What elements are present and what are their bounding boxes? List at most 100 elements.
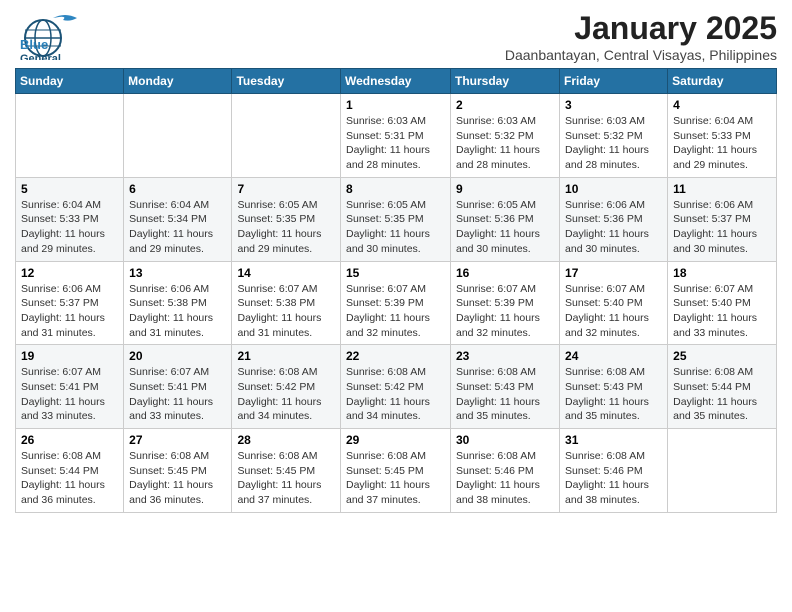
day-number: 18 — [673, 266, 771, 280]
calendar-table: Sunday Monday Tuesday Wednesday Thursday… — [15, 68, 777, 513]
day-number: 31 — [565, 433, 662, 447]
day-info: Sunrise: 6:08 AM Sunset: 5:46 PM Dayligh… — [456, 449, 554, 508]
sunrise-text: Sunrise: 6:08 AM — [456, 366, 536, 378]
day-number: 20 — [129, 349, 226, 363]
day-info: Sunrise: 6:07 AM Sunset: 5:40 PM Dayligh… — [565, 282, 662, 341]
day-info: Sunrise: 6:03 AM Sunset: 5:31 PM Dayligh… — [346, 114, 445, 173]
table-row: 24 Sunrise: 6:08 AM Sunset: 5:43 PM Dayl… — [560, 345, 668, 429]
sunrise-text: Sunrise: 6:08 AM — [237, 450, 317, 462]
table-row: 16 Sunrise: 6:07 AM Sunset: 5:39 PM Dayl… — [451, 261, 560, 345]
day-info: Sunrise: 6:08 AM Sunset: 5:42 PM Dayligh… — [237, 365, 335, 424]
day-number: 21 — [237, 349, 335, 363]
calendar-week-row: 19 Sunrise: 6:07 AM Sunset: 5:41 PM Dayl… — [16, 345, 777, 429]
sunrise-text: Sunrise: 6:07 AM — [129, 366, 209, 378]
day-number: 27 — [129, 433, 226, 447]
sunset-text: Sunset: 5:36 PM — [456, 213, 534, 225]
day-number: 11 — [673, 182, 771, 196]
sunset-text: Sunset: 5:45 PM — [346, 465, 424, 477]
day-number: 29 — [346, 433, 445, 447]
day-number: 22 — [346, 349, 445, 363]
sunrise-text: Sunrise: 6:07 AM — [237, 283, 317, 295]
sunrise-text: Sunrise: 6:08 AM — [673, 366, 753, 378]
daylight-text: Daylight: 11 hours and 38 minutes. — [456, 479, 540, 506]
table-row: 12 Sunrise: 6:06 AM Sunset: 5:37 PM Dayl… — [16, 261, 124, 345]
sunset-text: Sunset: 5:40 PM — [565, 297, 643, 309]
day-info: Sunrise: 6:08 AM Sunset: 5:46 PM Dayligh… — [565, 449, 662, 508]
daylight-text: Daylight: 11 hours and 35 minutes. — [673, 396, 757, 423]
daylight-text: Daylight: 11 hours and 32 minutes. — [456, 312, 540, 339]
sunset-text: Sunset: 5:33 PM — [673, 130, 751, 142]
sunset-text: Sunset: 5:46 PM — [565, 465, 643, 477]
sunset-text: Sunset: 5:44 PM — [21, 465, 99, 477]
day-number: 1 — [346, 98, 445, 112]
col-monday: Monday — [124, 69, 232, 94]
daylight-text: Daylight: 11 hours and 29 minutes. — [21, 228, 105, 255]
day-number: 7 — [237, 182, 335, 196]
day-info: Sunrise: 6:08 AM Sunset: 5:43 PM Dayligh… — [565, 365, 662, 424]
table-row: 7 Sunrise: 6:05 AM Sunset: 5:35 PM Dayli… — [232, 177, 341, 261]
day-number: 8 — [346, 182, 445, 196]
day-number: 25 — [673, 349, 771, 363]
daylight-text: Daylight: 11 hours and 32 minutes. — [565, 312, 649, 339]
sunrise-text: Sunrise: 6:07 AM — [21, 366, 101, 378]
logo-blue-text: Blue — [20, 37, 48, 52]
table-row: 3 Sunrise: 6:03 AM Sunset: 5:32 PM Dayli… — [560, 94, 668, 178]
table-row: 18 Sunrise: 6:07 AM Sunset: 5:40 PM Dayl… — [668, 261, 777, 345]
day-number: 23 — [456, 349, 554, 363]
daylight-text: Daylight: 11 hours and 28 minutes. — [456, 144, 540, 171]
day-info: Sunrise: 6:03 AM Sunset: 5:32 PM Dayligh… — [456, 114, 554, 173]
daylight-text: Daylight: 11 hours and 31 minutes. — [21, 312, 105, 339]
table-row: 9 Sunrise: 6:05 AM Sunset: 5:36 PM Dayli… — [451, 177, 560, 261]
day-number: 14 — [237, 266, 335, 280]
day-info: Sunrise: 6:07 AM Sunset: 5:39 PM Dayligh… — [346, 282, 445, 341]
table-row: 23 Sunrise: 6:08 AM Sunset: 5:43 PM Dayl… — [451, 345, 560, 429]
sunset-text: Sunset: 5:38 PM — [129, 297, 207, 309]
daylight-text: Daylight: 11 hours and 32 minutes. — [346, 312, 430, 339]
day-info: Sunrise: 6:06 AM Sunset: 5:37 PM Dayligh… — [673, 198, 771, 257]
sunrise-text: Sunrise: 6:05 AM — [237, 199, 317, 211]
sunrise-text: Sunrise: 6:05 AM — [456, 199, 536, 211]
day-number: 3 — [565, 98, 662, 112]
daylight-text: Daylight: 11 hours and 34 minutes. — [346, 396, 430, 423]
day-info: Sunrise: 6:08 AM Sunset: 5:45 PM Dayligh… — [346, 449, 445, 508]
sunset-text: Sunset: 5:33 PM — [21, 213, 99, 225]
daylight-text: Daylight: 11 hours and 28 minutes. — [565, 144, 649, 171]
sunrise-text: Sunrise: 6:08 AM — [346, 366, 426, 378]
sunrise-text: Sunrise: 6:08 AM — [21, 450, 101, 462]
daylight-text: Daylight: 11 hours and 30 minutes. — [673, 228, 757, 255]
day-info: Sunrise: 6:07 AM Sunset: 5:41 PM Dayligh… — [21, 365, 118, 424]
daylight-text: Daylight: 11 hours and 30 minutes. — [346, 228, 430, 255]
sunrise-text: Sunrise: 6:06 AM — [129, 283, 209, 295]
sunrise-text: Sunrise: 6:04 AM — [129, 199, 209, 211]
sunrise-text: Sunrise: 6:07 AM — [565, 283, 645, 295]
day-number: 16 — [456, 266, 554, 280]
daylight-text: Daylight: 11 hours and 28 minutes. — [346, 144, 430, 171]
sunset-text: Sunset: 5:32 PM — [565, 130, 643, 142]
table-row: 31 Sunrise: 6:08 AM Sunset: 5:46 PM Dayl… — [560, 429, 668, 513]
table-row: 29 Sunrise: 6:08 AM Sunset: 5:45 PM Dayl… — [341, 429, 451, 513]
day-info: Sunrise: 6:05 AM Sunset: 5:36 PM Dayligh… — [456, 198, 554, 257]
daylight-text: Daylight: 11 hours and 37 minutes. — [346, 479, 430, 506]
sunrise-text: Sunrise: 6:06 AM — [565, 199, 645, 211]
table-row: 10 Sunrise: 6:06 AM Sunset: 5:36 PM Dayl… — [560, 177, 668, 261]
sunset-text: Sunset: 5:41 PM — [129, 381, 207, 393]
daylight-text: Daylight: 11 hours and 30 minutes. — [456, 228, 540, 255]
sunset-text: Sunset: 5:35 PM — [237, 213, 315, 225]
calendar-week-row: 26 Sunrise: 6:08 AM Sunset: 5:44 PM Dayl… — [16, 429, 777, 513]
calendar-week-row: 1 Sunrise: 6:03 AM Sunset: 5:31 PM Dayli… — [16, 94, 777, 178]
table-row: 6 Sunrise: 6:04 AM Sunset: 5:34 PM Dayli… — [124, 177, 232, 261]
daylight-text: Daylight: 11 hours and 33 minutes. — [21, 396, 105, 423]
day-info: Sunrise: 6:08 AM Sunset: 5:44 PM Dayligh… — [21, 449, 118, 508]
day-number: 2 — [456, 98, 554, 112]
day-number: 24 — [565, 349, 662, 363]
day-number: 15 — [346, 266, 445, 280]
table-row: 20 Sunrise: 6:07 AM Sunset: 5:41 PM Dayl… — [124, 345, 232, 429]
sunrise-text: Sunrise: 6:04 AM — [21, 199, 101, 211]
table-row: 14 Sunrise: 6:07 AM Sunset: 5:38 PM Dayl… — [232, 261, 341, 345]
sunset-text: Sunset: 5:41 PM — [21, 381, 99, 393]
title-block: January 2025 Daanbantayan, Central Visay… — [505, 10, 777, 63]
table-row: 26 Sunrise: 6:08 AM Sunset: 5:44 PM Dayl… — [16, 429, 124, 513]
table-row: 2 Sunrise: 6:03 AM Sunset: 5:32 PM Dayli… — [451, 94, 560, 178]
day-info: Sunrise: 6:04 AM Sunset: 5:33 PM Dayligh… — [673, 114, 771, 173]
col-wednesday: Wednesday — [341, 69, 451, 94]
